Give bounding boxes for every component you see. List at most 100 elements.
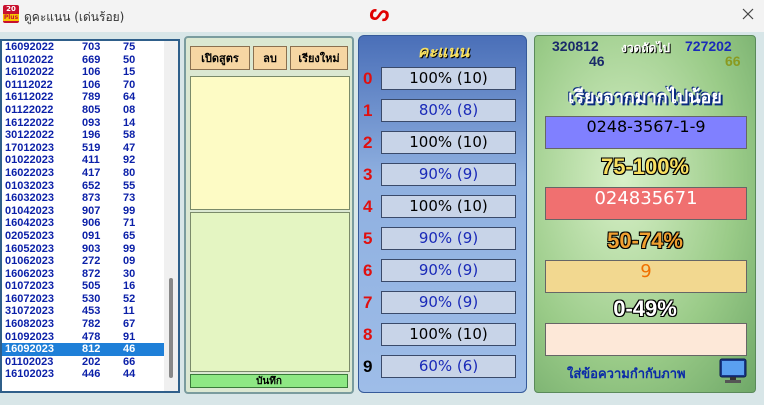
list-item[interactable]: 16092022 703 75: [2, 41, 178, 54]
list-item-three: 478: [82, 330, 101, 343]
save-button[interactable]: บันทึก: [190, 374, 348, 388]
list-item-two: 66: [123, 355, 136, 368]
list-item-three: 411: [82, 154, 100, 167]
sort-new-button[interactable]: เรียงใหม่: [290, 46, 348, 70]
list-item[interactable]: 01122022 805 08: [2, 104, 178, 117]
list-item[interactable]: 01062023 272 09: [2, 255, 178, 268]
open-formula-button[interactable]: เปิดสูตร: [190, 46, 250, 70]
list-item-three: 196: [82, 129, 101, 142]
list-item-three: 106: [82, 66, 101, 79]
list-item-date: 16082023: [5, 318, 54, 331]
list-item-date: 16122022: [5, 116, 54, 129]
list-item-three: 530: [82, 292, 101, 305]
score-row: 3 90% (9): [359, 163, 528, 187]
score-digit: 7: [363, 293, 373, 312]
list-item[interactable]: 02052023 091 65: [2, 230, 178, 243]
list-item[interactable]: 17012023 519 47: [2, 142, 178, 155]
list-item-date: 01122022: [5, 103, 54, 116]
current-result-bottom: 46: [589, 53, 605, 69]
list-item-two: 11: [123, 305, 135, 318]
list-item[interactable]: 01072023 505 16: [2, 280, 178, 293]
list-item-date: 01102023: [5, 355, 54, 368]
list-item-two: 99: [123, 242, 136, 255]
list-item-three: 903: [82, 242, 101, 255]
list-item-two: 92: [123, 154, 136, 167]
list-item-two: 75: [123, 41, 136, 53]
score-value: 100% (10): [381, 131, 516, 154]
list-item-two: 46: [123, 343, 136, 356]
list-item-three: 453: [82, 305, 101, 318]
score-row: 7 90% (9): [359, 291, 528, 315]
next-draw-label: งวดถัดไป: [621, 41, 671, 55]
list-item-two: 67: [123, 318, 136, 331]
list-item[interactable]: 16092023 812 46: [2, 343, 178, 356]
list-item[interactable]: 31072023 453 11: [2, 305, 178, 318]
list-item[interactable]: 01102022 669 50: [2, 54, 178, 67]
list-item-three: 505: [82, 280, 101, 293]
range-high-value: 024835671: [545, 187, 747, 220]
list-item[interactable]: 16032023 873 73: [2, 192, 178, 205]
summary-panel: 320812 46 งวดถัดไป 727202 66 เรียงจากมาก…: [534, 35, 756, 393]
list-item-two: 58: [123, 129, 136, 142]
scroll-thumb[interactable]: [169, 278, 173, 378]
score-digit: 2: [363, 133, 373, 152]
list-item-date: 16032023: [5, 192, 54, 205]
list-item[interactable]: 16052023 903 99: [2, 243, 178, 256]
formula-output-area[interactable]: [190, 212, 350, 372]
list-item-two: 91: [123, 330, 136, 343]
list-item[interactable]: 01032023 652 55: [2, 180, 178, 193]
list-item-two: 14: [123, 116, 136, 129]
list-item[interactable]: 16072023 530 52: [2, 293, 178, 306]
list-item[interactable]: 16102023 446 44: [2, 368, 178, 381]
list-item[interactable]: 01112022 106 70: [2, 79, 178, 92]
list-item[interactable]: 16062023 872 30: [2, 268, 178, 281]
list-item-date: 16052023: [5, 242, 54, 255]
results-list[interactable]: 16092022 703 75 01102022 669 50 16102022 106 15 0…: [0, 39, 180, 393]
list-item-date: 01032023: [5, 179, 54, 192]
score-digit: 0: [363, 69, 373, 88]
list-item-date: 01062023: [5, 255, 54, 268]
list-item-date: 16092023: [5, 343, 54, 356]
list-item-two: 15: [123, 66, 136, 79]
score-value: 100% (10): [381, 195, 516, 218]
monitor-icon[interactable]: [719, 358, 747, 384]
list-item-three: 106: [82, 78, 101, 91]
list-item-date: 01042023: [5, 204, 54, 217]
list-item-date: 01112022: [5, 78, 53, 91]
list-item-date: 16102023: [5, 368, 54, 381]
list-item[interactable]: 01022023 411 92: [2, 154, 178, 167]
list-item[interactable]: 16112022 789 64: [2, 91, 178, 104]
list-item-two: 44: [123, 368, 136, 381]
score-digit: 3: [363, 165, 373, 184]
list-item-two: 71: [123, 217, 136, 230]
list-item-three: 652: [82, 179, 101, 192]
list-item[interactable]: 16022023 417 80: [2, 167, 178, 180]
list-item[interactable]: 16102022 106 15: [2, 66, 178, 79]
list-scrollbar[interactable]: [164, 41, 178, 391]
score-value: 90% (9): [381, 163, 516, 186]
next-result-top: 727202: [685, 38, 732, 54]
list-item-date: 16102022: [5, 66, 54, 79]
list-item-two: 50: [123, 53, 136, 66]
formula-panel: เปิดสูตร ลบ เรียงใหม่ บันทึก: [184, 36, 354, 394]
list-item-date: 01092023: [5, 330, 54, 343]
list-item-two: 52: [123, 292, 136, 305]
formula-text-area[interactable]: [190, 76, 350, 210]
list-item-date: 16062023: [5, 267, 54, 280]
sort-title: เรียงจากมากไปน้อย: [568, 87, 722, 108]
list-item-two: 30: [123, 267, 136, 280]
score-row: 1 80% (8): [359, 99, 528, 123]
list-item-date: 01072023: [5, 280, 54, 293]
list-item[interactable]: 16042023 906 71: [2, 217, 178, 230]
app-icon: 20 Plus: [3, 5, 19, 23]
list-item[interactable]: 01092023 478 91: [2, 331, 178, 344]
close-icon[interactable]: [738, 4, 758, 24]
list-item[interactable]: 30122022 196 58: [2, 129, 178, 142]
list-item[interactable]: 01102023 202 66: [2, 356, 178, 369]
delete-button[interactable]: ลบ: [253, 46, 287, 70]
list-item[interactable]: 16122022 093 14: [2, 117, 178, 130]
list-item[interactable]: 01042023 907 99: [2, 205, 178, 218]
list-item-three: 091: [82, 229, 101, 242]
caption-text[interactable]: ใส่ข้อความกำกับภาพ: [567, 363, 686, 384]
list-item[interactable]: 16082023 782 67: [2, 318, 178, 331]
